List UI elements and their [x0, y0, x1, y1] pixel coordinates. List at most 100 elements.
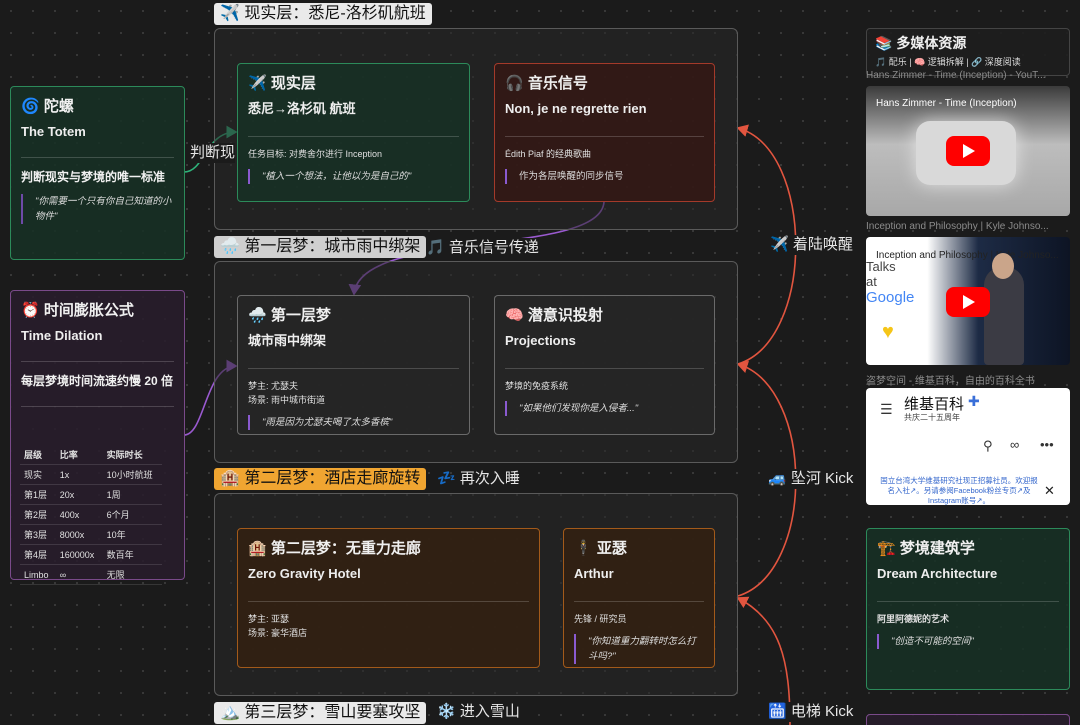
divider: [21, 361, 174, 362]
edge-label-music: 🎵 音乐信号传递: [426, 238, 543, 258]
music-card-subtitle: Non, je ne regrette rien: [505, 101, 647, 116]
media-resources-tags: 🎵 配乐 | 🧠 逻辑拆解 | 🔗 深度阅读: [875, 57, 1021, 67]
talks-brand-line2: at: [866, 274, 877, 289]
table-header-row: 层级 比率 实际时长: [20, 445, 162, 465]
reality-card[interactable]: ✈️ 现实层 悉尼→洛杉矶 航班 任务目标: 对费舍尔进行 Inception …: [237, 63, 470, 202]
wikipedia-embed[interactable]: ☰ 维基百科 ✚ 共庆二十五周年 ⚲ ∞ ••• 国立台湾大学维基研究社现正招募…: [866, 388, 1070, 505]
arthur-card[interactable]: 🕴️ 亚瑟 Arthur 先锋 / 研究员 "你知道重力翻转时怎么打斗吗?": [563, 528, 715, 668]
dream1-group-label[interactable]: 🌧️ 第一层梦：城市雨中绑架: [214, 236, 427, 258]
totem-quote: "你需要一个只有你自己知道的小物件": [21, 194, 174, 224]
table-cell: Limbo: [20, 564, 56, 585]
projections-card[interactable]: 🧠 潜意识投射 Projections 梦境的免疫系统 "如果他们发现你是入侵者…: [494, 295, 715, 435]
dream1-card-quote: "雨是因为尤瑟夫喝了太多香槟": [248, 415, 459, 430]
wikipedia-logo: 维基百科: [904, 395, 965, 413]
reality-card-goal: 任务目标: 对费舍尔进行 Inception: [248, 149, 383, 159]
dream3-group-label[interactable]: 🏔️ 第三层梦：雪山要塞攻坚: [214, 702, 427, 724]
table-header: 比率: [55, 445, 103, 465]
dream1-card-subtitle: 城市雨中绑架: [248, 333, 327, 348]
speaker-figure: [984, 267, 1024, 365]
architecture-text: 阿里阿德妮的艺术: [877, 614, 950, 624]
divider: [248, 136, 459, 137]
arthur-card-quote: "你知道重力翻转时怎么打斗吗?": [574, 634, 704, 664]
video1-embed[interactable]: Hans Zimmer - Time (Inception): [866, 86, 1070, 216]
divider: [877, 601, 1059, 602]
dream2-card[interactable]: 🏨 第二层梦：无重力走廊 Zero Gravity Hotel 梦主: 亚瑟 场…: [237, 528, 540, 668]
arthur-card-subtitle: Arthur: [574, 566, 614, 581]
edge-label-river: 🚙 坠河 Kick: [768, 469, 854, 489]
play-button-icon[interactable]: [946, 136, 990, 166]
architecture-card[interactable]: 🏗️ 梦境建筑学 Dream Architecture 阿里阿德妮的艺术 "创造…: [866, 528, 1070, 690]
divider: [21, 157, 174, 158]
dream2-card-subtitle: Zero Gravity Hotel: [248, 566, 361, 581]
video1-title: Hans Zimmer - Time (Inception): [876, 98, 1017, 109]
time-dilation-text: 每层梦境时间流速约慢 20 倍: [21, 374, 174, 388]
media-resources-title: 📚 多媒体资源: [875, 35, 967, 51]
table-cell: 1x: [55, 464, 103, 485]
architecture-quote: "创造不可能的空间": [877, 634, 1059, 649]
search-icon[interactable]: ⚲: [983, 438, 993, 454]
table-cell: 20x: [55, 484, 103, 505]
dream2-group-label[interactable]: 🏨 第二层梦：酒店走廊旋转: [214, 468, 427, 490]
music-card[interactable]: 🎧 音乐信号 Non, je ne regrette rien Édith Pi…: [494, 63, 715, 202]
more-icon[interactable]: •••: [1040, 437, 1054, 452]
dream1-card-title: 🌧️ 第一层梦: [248, 307, 331, 324]
divider: [248, 368, 459, 369]
table-cell: ∞: [55, 564, 103, 585]
table-row: 第1层 20x 1周: [20, 484, 162, 505]
media-resources-panel[interactable]: 📚 多媒体资源 🎵 配乐 | 🧠 逻辑拆解 | 🔗 深度阅读: [866, 28, 1070, 76]
reality-card-subtitle: 悉尼→洛杉矶 航班: [248, 101, 356, 116]
totem-title: 🌀 陀螺: [21, 98, 74, 115]
dream1-card[interactable]: 🌧️ 第一层梦 城市雨中绑架 梦主: 尤瑟夫 场景: 雨中城市街道 "雨是因为尤…: [237, 295, 470, 435]
table-cell: 数百年: [102, 544, 162, 565]
partial-card[interactable]: [866, 714, 1070, 725]
play-button-icon[interactable]: [946, 287, 990, 317]
wiki-notice: 国立台湾大学维基研究社现正招募社员。欢迎报名入社↗。另请参阅Facebook粉丝…: [880, 476, 1038, 505]
dream1-card-owner: 梦主: 尤瑟夫: [248, 381, 299, 391]
divider: [21, 406, 174, 407]
time-dilation-subtitle: Time Dilation: [21, 328, 103, 343]
table-cell: 160000x: [55, 544, 103, 565]
table-cell: 10小时航班: [102, 464, 162, 485]
table-header: 层级: [20, 445, 56, 465]
totem-card[interactable]: 🌀 陀螺 The Totem 判断现实与梦境的唯一标准 "你需要一个只有你自己知…: [10, 86, 185, 260]
time-dilation-table: 层级 比率 实际时长 现实 1x 10小时航班 第1层 20x 1周 第2层 400x 6个…: [20, 445, 162, 585]
edge-label-snow: ❄️ 进入雪山: [437, 703, 520, 720]
video1-caption: Hans Zimmer - Time (Inception) - YouT...: [866, 70, 1046, 81]
totem-text: 判断现实与梦境的唯一标准: [21, 170, 166, 184]
glasses-icon[interactable]: ∞: [1010, 437, 1019, 452]
reality-group-label[interactable]: ✈️ 现实层：悉尼-洛杉矶航班: [214, 3, 432, 25]
projections-card-quote: "如果他们发现你是入侵者...": [505, 401, 704, 416]
video2-title: Inception and Philosophy | Kyle Johnso..…: [876, 250, 1059, 261]
table-cell: 第2层: [20, 504, 56, 525]
divider: [505, 368, 704, 369]
divider: [505, 136, 704, 137]
hamburger-menu-icon[interactable]: ☰: [880, 401, 893, 418]
music-card-quote: 作为各层唤醒的同步信号: [505, 169, 704, 184]
dream2-card-scene: 场景: 豪华酒店: [248, 628, 308, 638]
table-cell: 6个月: [102, 504, 162, 525]
music-card-title: 🎧 音乐信号: [505, 75, 588, 92]
wikipedia-globe-icon: ✚: [968, 393, 980, 409]
reality-card-title: ✈️ 现实层: [248, 75, 316, 92]
dream1-card-scene: 场景: 雨中城市街道: [248, 395, 326, 405]
close-icon[interactable]: ✕: [1044, 483, 1055, 499]
video2-embed[interactable]: Inception and Philosophy | Kyle Johnso..…: [866, 237, 1070, 365]
video2-caption: Inception and Philosophy | Kyle Johnso..…: [866, 221, 1049, 232]
edge-label-sleep-again: 💤 再次入睡: [437, 470, 520, 487]
dream2-card-title: 🏨 第二层梦：无重力走廊: [248, 540, 421, 557]
table-cell: 1周: [102, 484, 162, 505]
divider: [574, 601, 704, 602]
table-row: 第4层 160000x 数百年: [20, 544, 162, 565]
table-row: 第3层 8000x 10年: [20, 524, 162, 545]
speaker-head: [992, 253, 1014, 279]
table-cell: 10年: [102, 524, 162, 545]
time-dilation-title: ⏰ 时间膨胀公式: [21, 302, 134, 319]
arthur-card-role: 先锋 / 研究员: [574, 614, 627, 624]
table-row: 现实 1x 10小时航班: [20, 464, 162, 485]
table-cell: 400x: [55, 504, 103, 525]
projections-card-desc: 梦境的免疫系统: [505, 381, 569, 391]
table-row: Limbo ∞ 无限: [20, 564, 162, 585]
reality-card-quote: "植入一个想法，让他以为是自己的": [248, 169, 459, 184]
edge-label-landing: ✈️ 着陆唤醒: [770, 235, 853, 255]
table-cell: 8000x: [55, 524, 103, 545]
